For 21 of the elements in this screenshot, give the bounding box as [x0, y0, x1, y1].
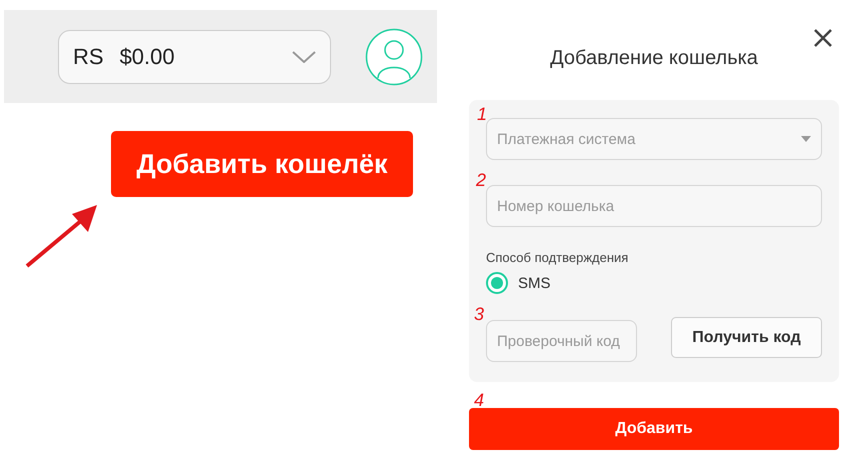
balance-dropdown[interactable]: RS $0.00 — [58, 30, 331, 84]
chevron-down-icon — [292, 50, 316, 62]
submit-button[interactable]: Добавить — [469, 408, 839, 450]
get-code-button[interactable]: Получить код — [671, 317, 822, 358]
step-number: 4 — [474, 390, 484, 411]
radio-button[interactable] — [486, 272, 508, 294]
step-number: 3 — [474, 304, 484, 325]
payment-system-select[interactable]: Платежная система — [486, 118, 822, 160]
step-number: 2 — [476, 170, 486, 191]
add-wallet-button[interactable]: Добавить кошелёк — [111, 131, 413, 197]
user-avatar-icon[interactable] — [365, 28, 423, 86]
verification-code-field[interactable]: Проверочный код — [486, 320, 637, 362]
currency-label: RS — [73, 44, 104, 70]
balance-amount: $0.00 — [120, 44, 176, 70]
close-icon[interactable] — [813, 28, 833, 48]
wallet-number-field[interactable]: Номер кошелька — [486, 185, 822, 227]
caret-icon — [801, 136, 811, 142]
radio-label: SMS — [518, 274, 551, 292]
confirmation-label: Способ подтверждения — [486, 250, 630, 265]
dialog-title: Добавление кошелька — [549, 47, 759, 71]
step-number: 1 — [477, 104, 488, 125]
